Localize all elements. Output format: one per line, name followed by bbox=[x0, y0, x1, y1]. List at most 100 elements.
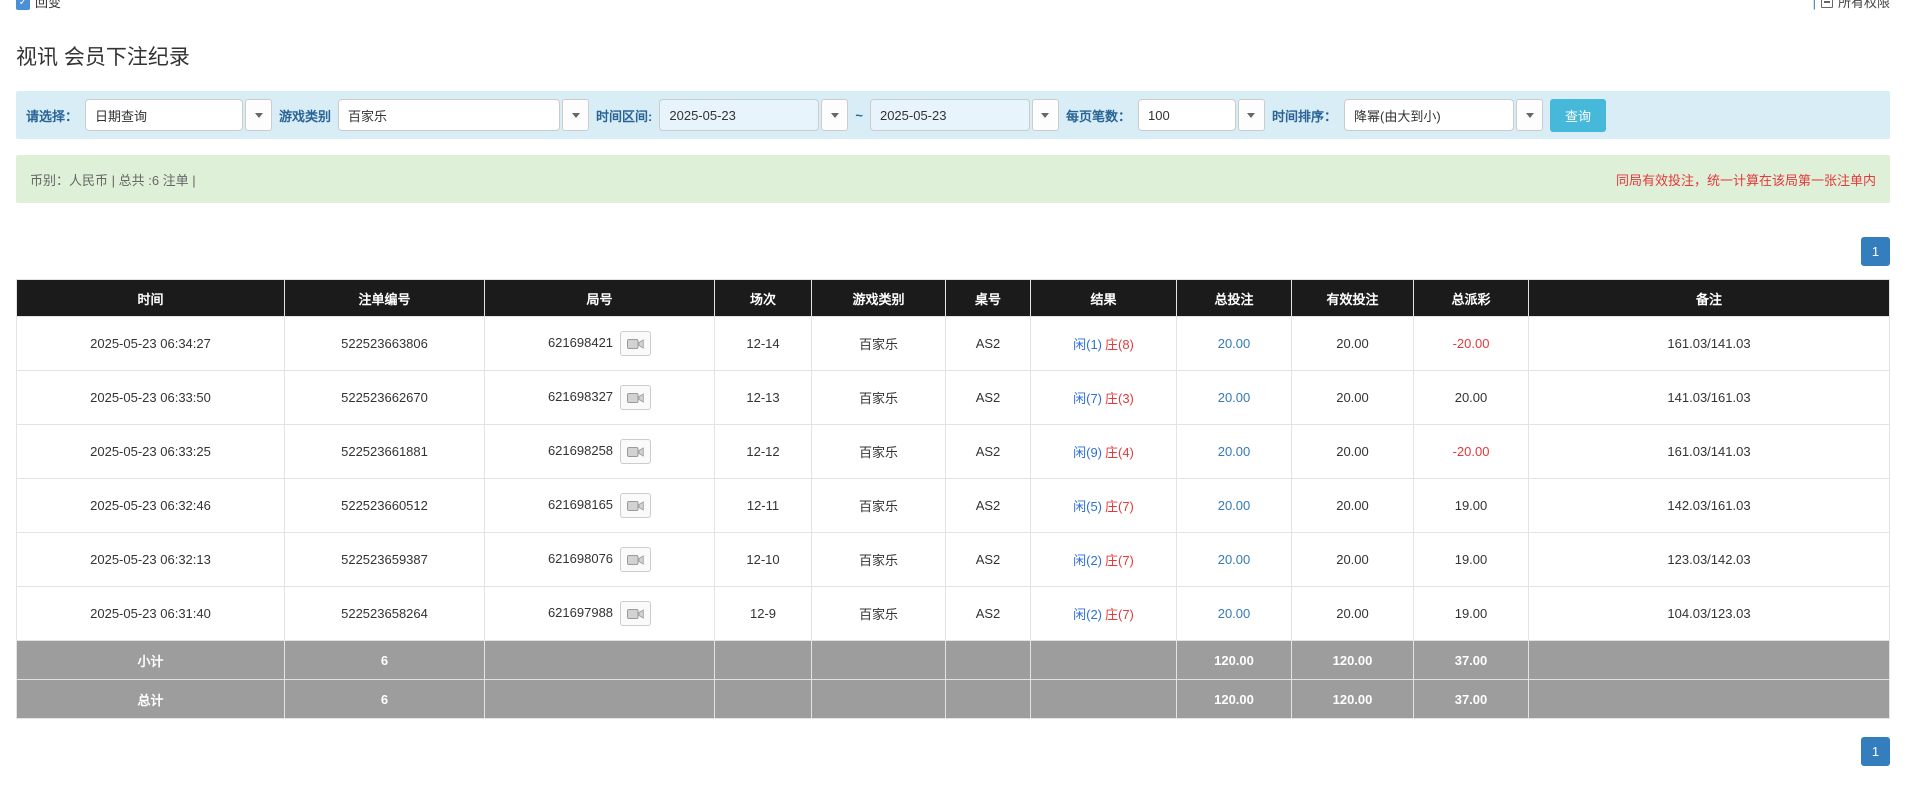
total-bet-link[interactable]: 20.00 bbox=[1218, 498, 1251, 513]
subtotal-count: 6 bbox=[285, 641, 485, 680]
cell-table-no: AS2 bbox=[946, 371, 1031, 425]
result-banker: 庄(7) bbox=[1105, 553, 1134, 568]
caret-icon bbox=[255, 113, 263, 118]
subtotal-valid-bet: 120.00 bbox=[1292, 641, 1414, 680]
page-1-button[interactable]: 1 bbox=[1861, 737, 1890, 766]
video-replay-button[interactable] bbox=[620, 331, 651, 356]
cell-result: 闲(1)庄(8) bbox=[1031, 317, 1177, 371]
table-row: 2025-05-23 06:31:40 522523658264 6216979… bbox=[17, 587, 1890, 641]
time-sort-input[interactable] bbox=[1344, 99, 1514, 131]
empty-cell bbox=[812, 680, 946, 719]
video-icon bbox=[627, 392, 644, 404]
table-body: 2025-05-23 06:34:27 522523663806 6216984… bbox=[17, 317, 1890, 641]
video-icon bbox=[627, 554, 644, 566]
round-number: 621698165 bbox=[548, 497, 613, 512]
table-header-row: 时间 注单编号 局号 场次 游戏类别 桌号 结果 总投注 有效投注 总派彩 备注 bbox=[17, 280, 1890, 317]
range-separator: ~ bbox=[855, 108, 863, 123]
subtotal-total-bet: 120.00 bbox=[1177, 641, 1292, 680]
result-banker: 庄(7) bbox=[1105, 607, 1134, 622]
round-number: 621698421 bbox=[548, 335, 613, 350]
total-bet-link[interactable]: 20.00 bbox=[1218, 552, 1251, 567]
monitor-icon bbox=[1821, 0, 1833, 8]
game-type-select[interactable] bbox=[338, 99, 589, 131]
video-replay-button[interactable] bbox=[620, 493, 651, 518]
cell-session: 12-9 bbox=[715, 587, 812, 641]
result-player: 闲(1) bbox=[1073, 337, 1102, 352]
pagination-top: 1 bbox=[16, 237, 1890, 266]
cell-total-bet: 20.00 bbox=[1177, 317, 1292, 371]
cell-payout: 20.00 bbox=[1414, 371, 1529, 425]
query-type-select[interactable] bbox=[85, 99, 272, 131]
total-payout: 37.00 bbox=[1414, 680, 1529, 719]
empty-cell bbox=[1031, 641, 1177, 680]
bet-records-table: 时间 注单编号 局号 场次 游戏类别 桌号 结果 总投注 有效投注 总派彩 备注… bbox=[16, 279, 1890, 719]
chevron-down-icon[interactable] bbox=[1032, 99, 1059, 131]
query-type-input[interactable] bbox=[85, 99, 243, 131]
header-total-bet: 总投注 bbox=[1177, 280, 1292, 317]
result-player: 闲(9) bbox=[1073, 445, 1102, 460]
cell-game-type: 百家乐 bbox=[812, 425, 946, 479]
result-player: 闲(2) bbox=[1073, 607, 1102, 622]
video-icon bbox=[627, 446, 644, 458]
video-replay-button[interactable] bbox=[620, 385, 651, 410]
caret-icon bbox=[1247, 113, 1255, 118]
page-size-select[interactable] bbox=[1138, 99, 1265, 131]
date-range-label: 时间区间: bbox=[596, 106, 652, 125]
total-bet-link[interactable]: 20.00 bbox=[1218, 336, 1251, 351]
date-from-select[interactable] bbox=[659, 99, 848, 131]
empty-cell bbox=[1529, 680, 1890, 719]
header-bet-id: 注单编号 bbox=[285, 280, 485, 317]
date-to-select[interactable] bbox=[870, 99, 1059, 131]
chevron-down-icon[interactable] bbox=[1238, 99, 1265, 131]
search-button[interactable]: 查询 bbox=[1550, 99, 1606, 132]
header-payout: 总派彩 bbox=[1414, 280, 1529, 317]
cell-valid-bet: 20.00 bbox=[1292, 425, 1414, 479]
cell-game-type: 百家乐 bbox=[812, 317, 946, 371]
game-type-input[interactable] bbox=[338, 99, 560, 131]
caret-icon bbox=[1041, 113, 1049, 118]
checkbox-icon[interactable]: ✓ bbox=[16, 0, 30, 10]
page-size-input[interactable] bbox=[1138, 99, 1236, 131]
cell-round: 621698076 bbox=[485, 533, 715, 587]
table-row: 2025-05-23 06:32:13 522523659387 6216980… bbox=[17, 533, 1890, 587]
chevron-down-icon[interactable] bbox=[245, 99, 272, 131]
video-replay-button[interactable] bbox=[620, 547, 651, 572]
empty-cell bbox=[485, 641, 715, 680]
pagination-bottom: 1 bbox=[16, 737, 1890, 766]
subtotal-label: 小计 bbox=[17, 641, 285, 680]
result-player: 闲(7) bbox=[1073, 391, 1102, 406]
cell-session: 12-11 bbox=[715, 479, 812, 533]
cell-bet-id: 522523662670 bbox=[285, 371, 485, 425]
cell-bet-id: 522523659387 bbox=[285, 533, 485, 587]
result-player: 闲(2) bbox=[1073, 553, 1102, 568]
video-icon bbox=[627, 500, 644, 512]
divider: | bbox=[1813, 0, 1816, 13]
cell-table-no: AS2 bbox=[946, 587, 1031, 641]
chevron-down-icon[interactable] bbox=[821, 99, 848, 131]
date-to-input[interactable] bbox=[870, 99, 1030, 131]
page-title: 视讯 会员下注纪录 bbox=[16, 41, 1890, 71]
total-bet-link[interactable]: 20.00 bbox=[1218, 390, 1251, 405]
chevron-down-icon[interactable] bbox=[562, 99, 589, 131]
page-1-button[interactable]: 1 bbox=[1861, 237, 1890, 266]
table-row: 2025-05-23 06:33:25 522523661881 6216982… bbox=[17, 425, 1890, 479]
total-bet-link[interactable]: 20.00 bbox=[1218, 444, 1251, 459]
video-replay-button[interactable] bbox=[620, 439, 651, 464]
subtotal-payout: 37.00 bbox=[1414, 641, 1529, 680]
cell-note: 141.03/161.03 bbox=[1529, 371, 1890, 425]
cell-result: 闲(5)庄(7) bbox=[1031, 479, 1177, 533]
topbar-right-label[interactable]: 所有权限 bbox=[1838, 0, 1890, 13]
cell-round: 621698327 bbox=[485, 371, 715, 425]
cell-result: 闲(7)庄(3) bbox=[1031, 371, 1177, 425]
subtotal-row: 小计 6 120.00 120.00 37.00 bbox=[17, 641, 1890, 680]
cell-payout: 19.00 bbox=[1414, 587, 1529, 641]
chevron-down-icon[interactable] bbox=[1516, 99, 1543, 131]
date-from-input[interactable] bbox=[659, 99, 819, 131]
total-bet-link[interactable]: 20.00 bbox=[1218, 606, 1251, 621]
header-result: 结果 bbox=[1031, 280, 1177, 317]
total-label: 总计 bbox=[17, 680, 285, 719]
video-replay-button[interactable] bbox=[620, 601, 651, 626]
caret-icon bbox=[831, 113, 839, 118]
time-sort-select[interactable] bbox=[1344, 99, 1543, 131]
cell-table-no: AS2 bbox=[946, 479, 1031, 533]
